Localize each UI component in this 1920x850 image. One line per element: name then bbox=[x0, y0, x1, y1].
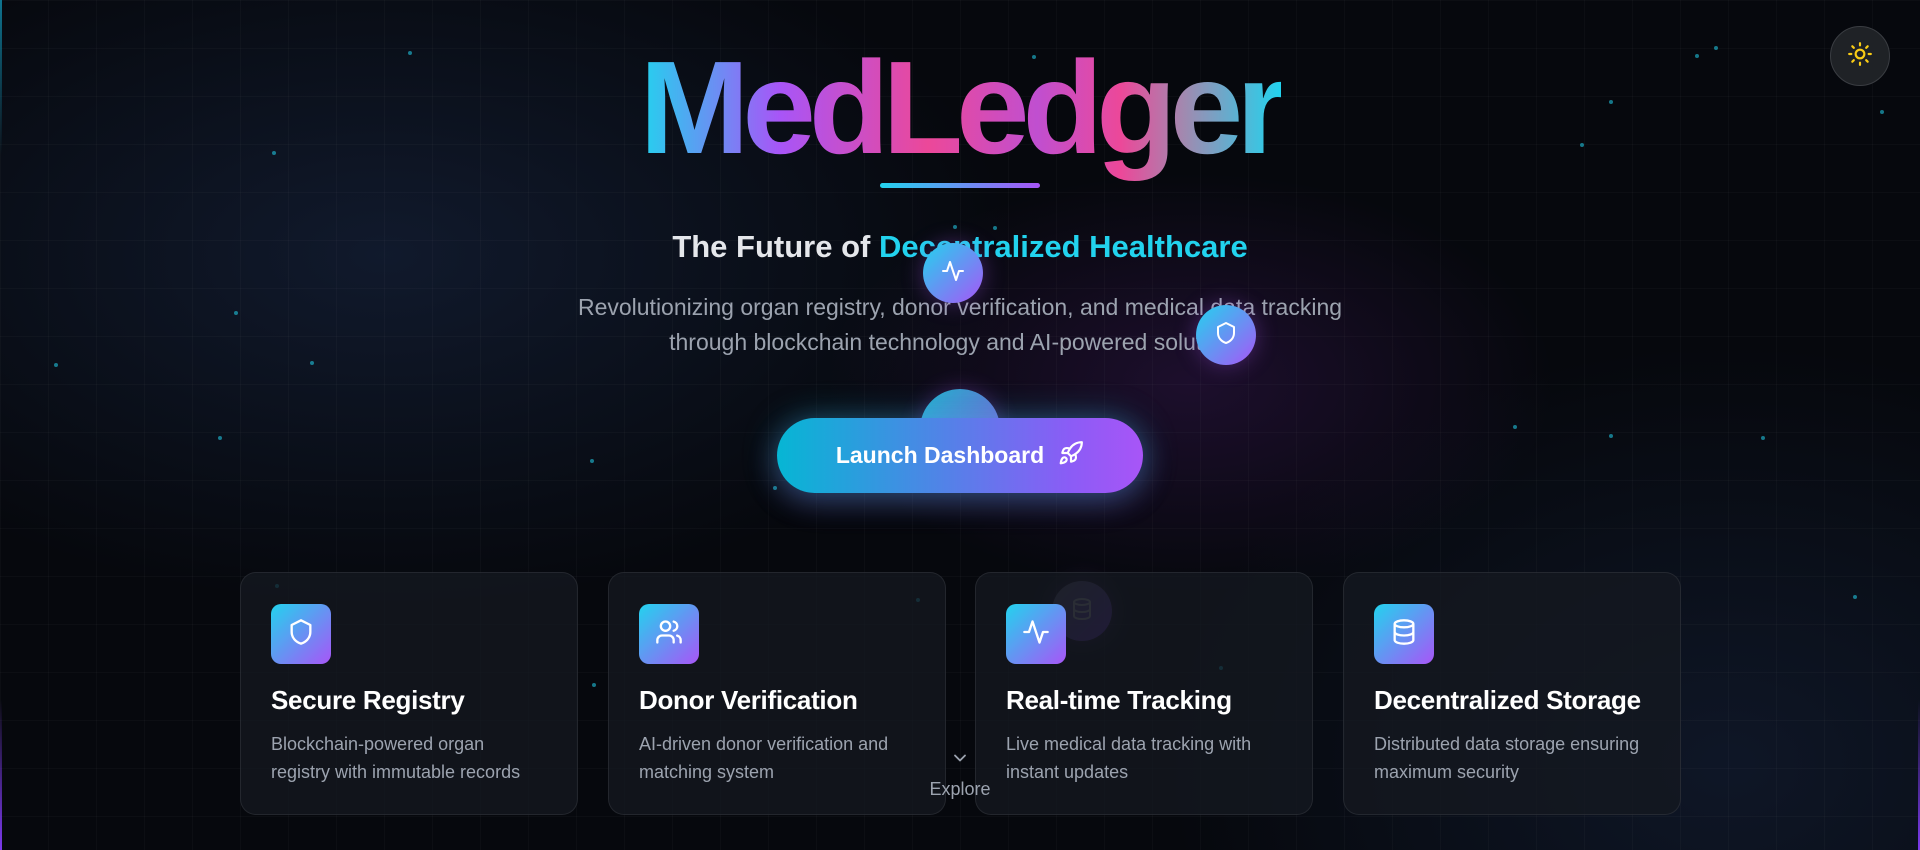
explore-label: Explore bbox=[929, 779, 991, 799]
floating-shield-orb bbox=[1196, 305, 1256, 365]
activity-icon bbox=[1022, 618, 1050, 651]
feature-card-realtime-tracking[interactable]: Real-time Tracking Live medical data tra… bbox=[975, 572, 1313, 815]
rocket-icon bbox=[1058, 440, 1084, 472]
feature-title: Real-time Tracking bbox=[1006, 685, 1232, 715]
feature-description: Blockchain-powered organ registry with i… bbox=[271, 734, 521, 782]
database-icon bbox=[1390, 618, 1418, 651]
feature-description: AI-driven donor verification and matchin… bbox=[639, 734, 889, 782]
shield-icon bbox=[287, 618, 315, 651]
brand-title: MedLedger bbox=[639, 34, 1287, 181]
feature-card-secure-registry[interactable]: Secure Registry Blockchain-powered organ… bbox=[240, 572, 578, 815]
feature-icon-tile bbox=[271, 604, 331, 664]
activity-icon bbox=[941, 259, 965, 288]
feature-icon-tile bbox=[1006, 604, 1066, 664]
feature-description: Live medical data tracking with instant … bbox=[1006, 734, 1252, 782]
brand-underline bbox=[880, 183, 1040, 188]
feature-card-donor-verification[interactable]: Donor Verification AI-driven donor verif… bbox=[608, 572, 946, 815]
feature-icon-tile bbox=[1374, 604, 1434, 664]
feature-icon-tile bbox=[639, 604, 699, 664]
subtitle-line-2: through blockchain technology and AI-pow… bbox=[669, 329, 1251, 355]
explore-scroll-link[interactable]: Explore bbox=[910, 748, 1010, 800]
floating-activity-orb bbox=[923, 243, 983, 303]
chevron-down-icon bbox=[910, 748, 1010, 773]
feature-description: Distributed data storage ensuring maximu… bbox=[1374, 734, 1640, 782]
feature-title: Donor Verification bbox=[639, 685, 858, 715]
feature-title: Secure Registry bbox=[271, 685, 465, 715]
launch-dashboard-label: Launch Dashboard bbox=[835, 442, 1045, 468]
edge-glow-left-bottom bbox=[0, 700, 2, 850]
shield-icon bbox=[1214, 321, 1238, 350]
feature-title: Decentralized Storage bbox=[1374, 685, 1641, 715]
users-icon bbox=[655, 618, 683, 651]
tagline-prefix: The Future of bbox=[672, 229, 879, 264]
launch-dashboard-button[interactable]: Launch Dashboard bbox=[777, 418, 1143, 493]
feature-card-decentralized-storage[interactable]: Decentralized Storage Distributed data s… bbox=[1343, 572, 1681, 815]
